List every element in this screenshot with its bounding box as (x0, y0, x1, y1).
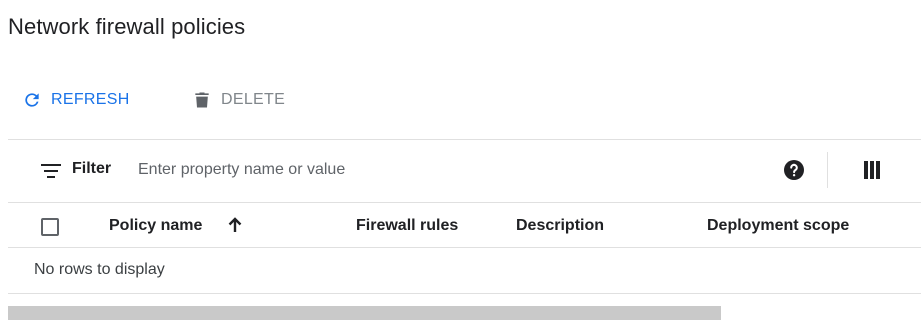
empty-table-message: No rows to display (34, 261, 165, 278)
horizontal-scrollbar[interactable] (8, 306, 721, 320)
column-header-policy-name[interactable]: Policy name (109, 217, 202, 235)
filter-bar: Filter (8, 140, 921, 202)
action-toolbar: REFRESH DELETE (0, 80, 921, 120)
refresh-button[interactable]: REFRESH (22, 80, 130, 120)
page-title: Network firewall policies (8, 14, 246, 39)
column-header-description[interactable]: Description (516, 217, 604, 235)
column-header-firewall-rules[interactable]: Firewall rules (356, 217, 458, 235)
delete-label: DELETE (221, 91, 286, 108)
delete-button[interactable]: DELETE (192, 80, 285, 120)
divider (8, 293, 921, 294)
firewall-policies-page: Network firewall policies REFRESH DELETE (0, 0, 921, 324)
table-header-row: Policy name Firewall rules Description D… (8, 203, 921, 247)
trash-icon (192, 89, 212, 111)
refresh-icon (22, 90, 42, 110)
filter-input[interactable] (138, 154, 638, 186)
toolbar-separator (827, 152, 828, 188)
refresh-label: REFRESH (51, 91, 130, 108)
column-header-deployment-scope[interactable]: Deployment scope (707, 217, 849, 235)
divider (8, 247, 921, 248)
help-icon[interactable] (784, 160, 804, 185)
sort-ascending-icon[interactable] (226, 216, 244, 239)
select-all-checkbox[interactable] (41, 218, 59, 236)
filter-label: Filter (72, 160, 112, 177)
column-display-icon[interactable] (864, 161, 880, 184)
filter-icon (41, 164, 61, 183)
